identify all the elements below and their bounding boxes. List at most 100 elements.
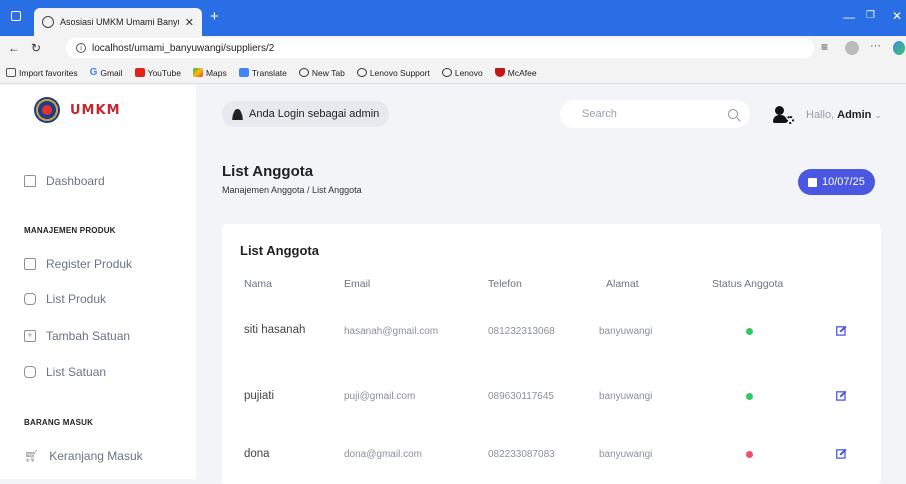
member-name: pujiati bbox=[244, 390, 275, 402]
import-icon bbox=[6, 68, 16, 77]
column-header-status: Status Anggota bbox=[712, 278, 784, 290]
sidebar-item-label: Register Produk bbox=[46, 257, 133, 271]
sidebar-item-dashboard[interactable]: Dashboard bbox=[24, 174, 105, 188]
restore-icon[interactable]: ❐ bbox=[866, 10, 875, 21]
search-icon[interactable] bbox=[728, 109, 738, 119]
member-address: banyuwangi bbox=[599, 326, 653, 337]
column-header-alamat: Alamat bbox=[606, 278, 639, 290]
box-icon bbox=[24, 293, 36, 305]
more-menu-icon[interactable]: ··· bbox=[870, 40, 881, 52]
copilot-icon[interactable] bbox=[893, 41, 905, 55]
close-window-icon[interactable]: ✕ bbox=[892, 9, 902, 23]
refresh-icon[interactable]: ↻ bbox=[31, 41, 41, 55]
breadcrumb: Manajemen Anggota / List Anggota bbox=[222, 185, 362, 195]
favorite-label: Import favorites bbox=[19, 67, 78, 78]
user-menu[interactable]: Hallo, Admin ⌄ bbox=[806, 109, 882, 121]
favorite-newtab[interactable]: New Tab bbox=[298, 67, 345, 78]
column-header-nama: Nama bbox=[244, 278, 273, 290]
favorite-label: Lenovo Support bbox=[369, 67, 430, 78]
date-button[interactable]: 10/07/25 bbox=[798, 169, 875, 195]
tab-close-icon[interactable]: ✕ bbox=[185, 16, 194, 29]
sidebar-item-register-produk[interactable]: Register Produk bbox=[24, 257, 132, 271]
status-indicator bbox=[746, 328, 753, 335]
edit-icon[interactable] bbox=[836, 325, 847, 336]
back-icon[interactable]: ← bbox=[8, 41, 20, 55]
mcafee-icon bbox=[494, 68, 505, 77]
site-info-icon[interactable]: i bbox=[76, 43, 86, 53]
favorite-translate[interactable]: Translate bbox=[238, 67, 287, 78]
date-text: 10/07/25 bbox=[822, 176, 865, 188]
app-root: UMKM Dashboard MANAJEMEN PRODUK Register… bbox=[0, 85, 906, 484]
greeting-text: Hallo, bbox=[806, 109, 835, 121]
sidebar-item-label: Dashboard bbox=[46, 174, 105, 188]
username: Admin bbox=[837, 109, 872, 121]
globe-icon bbox=[356, 68, 367, 77]
user-settings-icon[interactable] bbox=[773, 106, 795, 126]
plus-square-icon: + bbox=[24, 330, 36, 342]
login-status-badge: Anda Login sebagai admin bbox=[222, 101, 390, 127]
chevron-down-icon: ⌄ bbox=[874, 109, 882, 120]
members-card: List Anggota Nama Email Telefon Alamat S… bbox=[222, 224, 881, 484]
favorite-maps[interactable]: Maps bbox=[192, 68, 227, 78]
profile-avatar[interactable] bbox=[845, 41, 859, 55]
member-address: banyuwangi bbox=[599, 391, 653, 402]
column-header-telefon: Telefon bbox=[488, 278, 522, 290]
favorite-mcafee[interactable]: McAfee bbox=[494, 67, 537, 78]
sidebar-item-label: Tambah Satuan bbox=[46, 329, 131, 343]
minimize-icon[interactable]: — bbox=[843, 10, 855, 24]
google-icon: G bbox=[89, 67, 98, 78]
favorites-bar: Import favorites G Gmail YouTube Maps Tra… bbox=[0, 62, 906, 84]
edit-icon[interactable] bbox=[836, 448, 847, 459]
search-input[interactable]: Search bbox=[560, 100, 750, 128]
favorite-lenovo-support[interactable]: Lenovo Support bbox=[356, 67, 430, 78]
sidebar-item-label: List Satuan bbox=[46, 365, 107, 379]
logo-text: UMKM bbox=[70, 102, 121, 118]
new-tab-icon[interactable]: + bbox=[210, 8, 219, 25]
cart-icon: 🛒︎ bbox=[24, 449, 40, 463]
sidebar-item-list-produk[interactable]: List Produk bbox=[24, 292, 106, 306]
calendar-icon bbox=[808, 177, 817, 187]
tab-title: Asosiasi UMKM Umami Banyuwangi bbox=[60, 17, 179, 27]
globe-icon bbox=[441, 68, 452, 77]
favorite-label: New Tab bbox=[311, 67, 345, 78]
favorite-lenovo[interactable]: Lenovo bbox=[441, 68, 483, 78]
column-header-email: Email bbox=[344, 278, 371, 290]
tab-actions-icon[interactable] bbox=[11, 11, 21, 21]
card-title: List Anggota bbox=[240, 243, 319, 258]
collections-icon[interactable]: ≡ bbox=[821, 40, 828, 54]
sidebar-item-list-satuan[interactable]: List Satuan bbox=[24, 365, 106, 379]
globe-icon bbox=[298, 68, 309, 77]
translate-icon bbox=[238, 68, 249, 77]
favorite-label: YouTube bbox=[147, 67, 181, 78]
box-icon bbox=[24, 366, 36, 378]
edit-icon[interactable] bbox=[836, 390, 847, 401]
favorite-label: McAfee bbox=[507, 67, 537, 78]
logo[interactable]: UMKM bbox=[34, 97, 121, 123]
member-address: banyuwangi bbox=[599, 449, 653, 460]
youtube-icon bbox=[134, 68, 145, 77]
user-icon bbox=[232, 108, 243, 120]
page-title: List Anggota bbox=[222, 163, 314, 180]
member-email: puji@gmail.com bbox=[344, 391, 416, 402]
member-name: siti hasanah bbox=[244, 324, 306, 336]
maps-icon bbox=[192, 68, 203, 77]
favorite-label: Gmail bbox=[100, 67, 123, 78]
search-placeholder: Search bbox=[582, 108, 617, 120]
sidebar: UMKM Dashboard MANAJEMEN PRODUK Register… bbox=[0, 85, 196, 479]
favorite-label: Translate bbox=[251, 67, 287, 78]
favorite-youtube[interactable]: YouTube bbox=[134, 67, 181, 78]
browser-titlebar: Asosiasi UMKM Umami Banyuwangi ✕ + — ❐ ✕ bbox=[0, 0, 906, 36]
status-indicator bbox=[746, 393, 753, 400]
member-email: dona@gmail.com bbox=[344, 449, 422, 460]
sidebar-item-tambah-satuan[interactable]: + Tambah Satuan bbox=[24, 329, 130, 343]
browser-tab[interactable]: Asosiasi UMKM Umami Banyuwangi ✕ bbox=[34, 8, 202, 36]
url-field[interactable]: i localhost/umami_banyuwangi/suppliers/2 bbox=[66, 38, 814, 58]
sidebar-section-barang-masuk: BARANG MASUK bbox=[24, 418, 94, 427]
sidebar-item-keranjang-masuk[interactable]: 🛒︎ Keranjang Masuk bbox=[24, 449, 143, 463]
member-name: dona bbox=[244, 448, 270, 460]
favorite-import[interactable]: Import favorites bbox=[6, 68, 78, 78]
member-phone: 082233087083 bbox=[488, 449, 555, 460]
home-icon bbox=[24, 175, 36, 187]
favorite-gmail[interactable]: G Gmail bbox=[90, 67, 123, 78]
tab-favicon-icon bbox=[42, 16, 54, 28]
